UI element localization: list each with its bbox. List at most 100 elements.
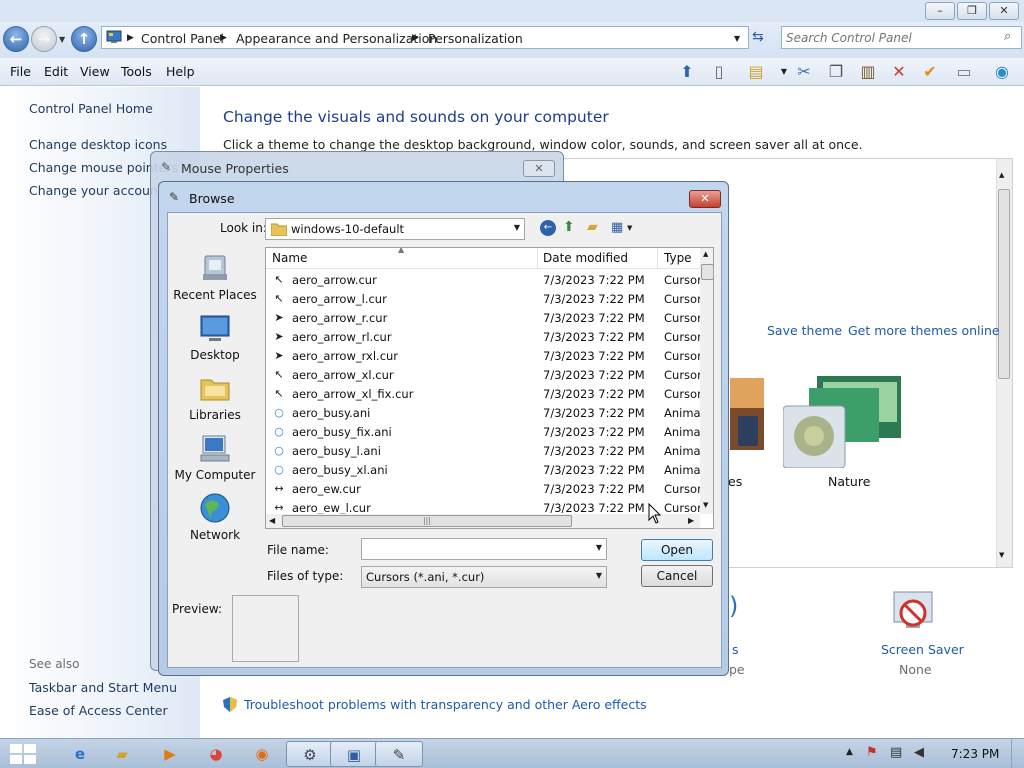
file-name-input[interactable]: ▼ xyxy=(361,538,607,560)
get-more-themes-link[interactable]: Get more themes online xyxy=(848,323,1000,338)
file-row[interactable]: ➤ aero_arrow_r.cur 7/3/2023 7:22 PM Cursor xyxy=(266,309,701,328)
up-one-level-icon[interactable]: ⬆ xyxy=(563,219,575,235)
column-date-modified[interactable]: Date modified xyxy=(543,251,628,265)
sounds-icon[interactable]: ) xyxy=(729,592,738,620)
address-dropdown-icon[interactable]: ▼ xyxy=(734,34,740,43)
globe-icon[interactable]: ◉ xyxy=(990,61,1014,83)
close-window-button[interactable]: ✕ xyxy=(989,2,1019,20)
address-bar[interactable]: ▶ Control Panel ▶ Appearance and Persona… xyxy=(101,26,749,49)
scroll-right-icon[interactable]: ▶ xyxy=(688,516,694,525)
file-row[interactable]: ○ aero_busy.ani 7/3/2023 7:22 PM Animated xyxy=(266,404,713,423)
media-player-icon[interactable]: ▶ xyxy=(146,741,194,767)
scroll-down-icon[interactable]: ▼ xyxy=(703,501,708,509)
properties-icon[interactable]: ▭ xyxy=(952,61,976,83)
look-in-chevron-down-icon[interactable]: ▼ xyxy=(514,223,520,232)
column-type[interactable]: Type xyxy=(664,251,692,265)
menu-help[interactable]: Help xyxy=(166,64,195,79)
nature-theme-thumbnail[interactable] xyxy=(782,374,903,469)
horizontal-scroll-thumb[interactable]: ||| xyxy=(282,515,572,527)
menu-tools[interactable]: Tools xyxy=(121,64,152,79)
display-settings-taskbar-icon[interactable]: ▣ xyxy=(330,741,378,767)
file-row[interactable]: ○ aero_busy_fix.ani 7/3/2023 7:22 PM Animat… xyxy=(266,423,713,442)
internet-explorer-icon[interactable]: e xyxy=(56,741,104,767)
scroll-up-icon[interactable]: ▲ xyxy=(703,250,708,258)
show-desktop-button[interactable] xyxy=(1011,739,1024,768)
file-row[interactable]: ↖ aero_arrow_xl.cur 7/3/2023 7:22 PM Cursor xyxy=(266,366,701,385)
file-row[interactable]: ○ aero_busy_xl.ani 7/3/2023 7:22 PM Animate… xyxy=(266,461,713,480)
place-recent-places[interactable]: Recent Places xyxy=(173,252,257,302)
ease-of-access-link[interactable]: Ease of Access Center xyxy=(29,703,168,718)
up-icon[interactable]: ↑ xyxy=(71,26,97,52)
save-theme-link[interactable]: Save theme xyxy=(767,323,842,338)
up-folder-icon[interactable]: ⬆ xyxy=(675,61,699,83)
place-network[interactable]: Network xyxy=(173,492,257,542)
file-list-horizontal-scrollbar[interactable]: ◀ ||| ▶ xyxy=(266,514,700,528)
scroll-down-icon[interactable]: ▼ xyxy=(999,551,1004,559)
show-hidden-icons-icon[interactable]: ▲ xyxy=(846,747,853,757)
file-row[interactable]: ↖ aero_arrow.cur 7/3/2023 7:22 PM Cursor xyxy=(266,271,701,290)
column-divider[interactable] xyxy=(657,248,658,269)
files-of-type-dropdown[interactable]: Cursors (*.ani, *.cur) ▼ xyxy=(361,566,607,588)
search-icon[interactable]: ⌕ xyxy=(1004,29,1011,44)
scroll-up-icon[interactable]: ▲ xyxy=(999,171,1004,179)
back-arrow-icon[interactable]: ← xyxy=(540,220,556,236)
file-row[interactable]: ↔ aero_ew.cur 7/3/2023 7:22 PM Cursor xyxy=(266,480,701,499)
control-panel-taskbar-icon[interactable]: ⚙ xyxy=(286,741,334,767)
sounds-link-partial[interactable]: s xyxy=(732,642,739,657)
firefox-icon[interactable]: ◉ xyxy=(238,741,286,767)
maximize-button[interactable]: ❐ xyxy=(957,2,987,20)
breadcrumb-appearance[interactable]: Appearance and Personalization xyxy=(236,31,437,46)
file-row[interactable]: ↖ aero_arrow_xl_fix.cur 7/3/2023 7:22 PM Cu… xyxy=(266,385,701,404)
network-icon[interactable]: ▤ xyxy=(890,745,902,760)
file-explorer-icon[interactable]: ▰ xyxy=(98,741,146,767)
column-name[interactable]: Name xyxy=(272,251,307,265)
scroll-left-icon[interactable]: ◀ xyxy=(269,516,275,525)
view-menu-icon[interactable]: ▦ xyxy=(611,220,623,235)
view-menu-chevron-icon[interactable]: ▼ xyxy=(627,224,632,232)
place-my-computer[interactable]: My Computer xyxy=(173,432,257,482)
search-box[interactable]: ⌕ xyxy=(781,26,1022,49)
cut-icon[interactable]: ✂ xyxy=(792,61,816,83)
cancel-button[interactable]: Cancel xyxy=(641,565,713,587)
files-of-type-chevron-down-icon[interactable]: ▼ xyxy=(596,571,602,580)
back-icon[interactable]: ← xyxy=(3,26,29,52)
taskbar-clock[interactable]: 7:23 PM xyxy=(951,747,999,761)
theme-gallery-scrollbar[interactable]: ▲ ▼ xyxy=(996,159,1012,567)
paste-icon[interactable]: ▥ xyxy=(856,61,880,83)
theme-thumbnail-partial[interactable] xyxy=(728,376,766,452)
mouse-properties-close-button[interactable]: ✕ xyxy=(523,160,555,177)
browse-close-button[interactable]: ✕ xyxy=(689,190,721,208)
change-desktop-icons-link[interactable]: Change desktop icons xyxy=(29,137,167,152)
new-folder-icon[interactable]: ▰ xyxy=(587,219,598,235)
forward-icon[interactable]: → xyxy=(31,26,57,52)
look-in-dropdown[interactable]: windows-10-default ▼ xyxy=(265,218,525,240)
breadcrumb-personalization[interactable]: Personalization xyxy=(428,31,523,46)
menu-view[interactable]: View xyxy=(80,64,110,79)
start-button-windows-icon[interactable] xyxy=(8,742,38,766)
file-row[interactable]: ○ aero_busy_l.ani 7/3/2023 7:22 PM Animated xyxy=(266,442,713,461)
file-row[interactable]: ➤ aero_arrow_rl.cur 7/3/2023 7:22 PM Cursor xyxy=(266,328,701,347)
troubleshoot-aero-link[interactable]: Troubleshoot problems with transparency … xyxy=(244,697,647,712)
folder-pane-icon[interactable]: ▯ xyxy=(707,61,731,83)
menu-file[interactable]: File xyxy=(10,64,31,79)
file-list-vertical-scrollbar[interactable]: ▲ ▼ xyxy=(700,248,713,514)
folder-options-icon[interactable]: ▤ xyxy=(744,61,768,83)
refresh-icon[interactable]: ⇆ xyxy=(752,29,764,45)
open-button[interactable]: Open xyxy=(641,539,713,561)
breadcrumb-control-panel[interactable]: Control Panel xyxy=(141,31,224,46)
file-name-chevron-down-icon[interactable]: ▼ xyxy=(596,543,602,552)
file-row[interactable]: ↖ aero_arrow_l.cur 7/3/2023 7:22 PM Cursor xyxy=(266,290,701,309)
vertical-scroll-thumb[interactable] xyxy=(701,264,713,280)
place-desktop[interactable]: Desktop xyxy=(173,312,257,362)
search-input[interactable] xyxy=(786,29,996,46)
volume-icon[interactable]: ◀ xyxy=(914,745,924,760)
mouse-properties-taskbar-icon[interactable]: ✎ xyxy=(375,741,423,767)
place-libraries[interactable]: Libraries xyxy=(173,372,257,422)
chrome-icon[interactable]: ◕ xyxy=(192,741,240,767)
screen-saver-icon[interactable] xyxy=(890,590,936,636)
minimize-button[interactable]: – xyxy=(925,2,955,20)
checkmark-icon[interactable]: ✔ xyxy=(918,61,942,83)
theme-scroll-thumb[interactable] xyxy=(998,189,1010,379)
menu-edit[interactable]: Edit xyxy=(44,64,68,79)
control-panel-home-link[interactable]: Control Panel Home xyxy=(29,101,153,116)
